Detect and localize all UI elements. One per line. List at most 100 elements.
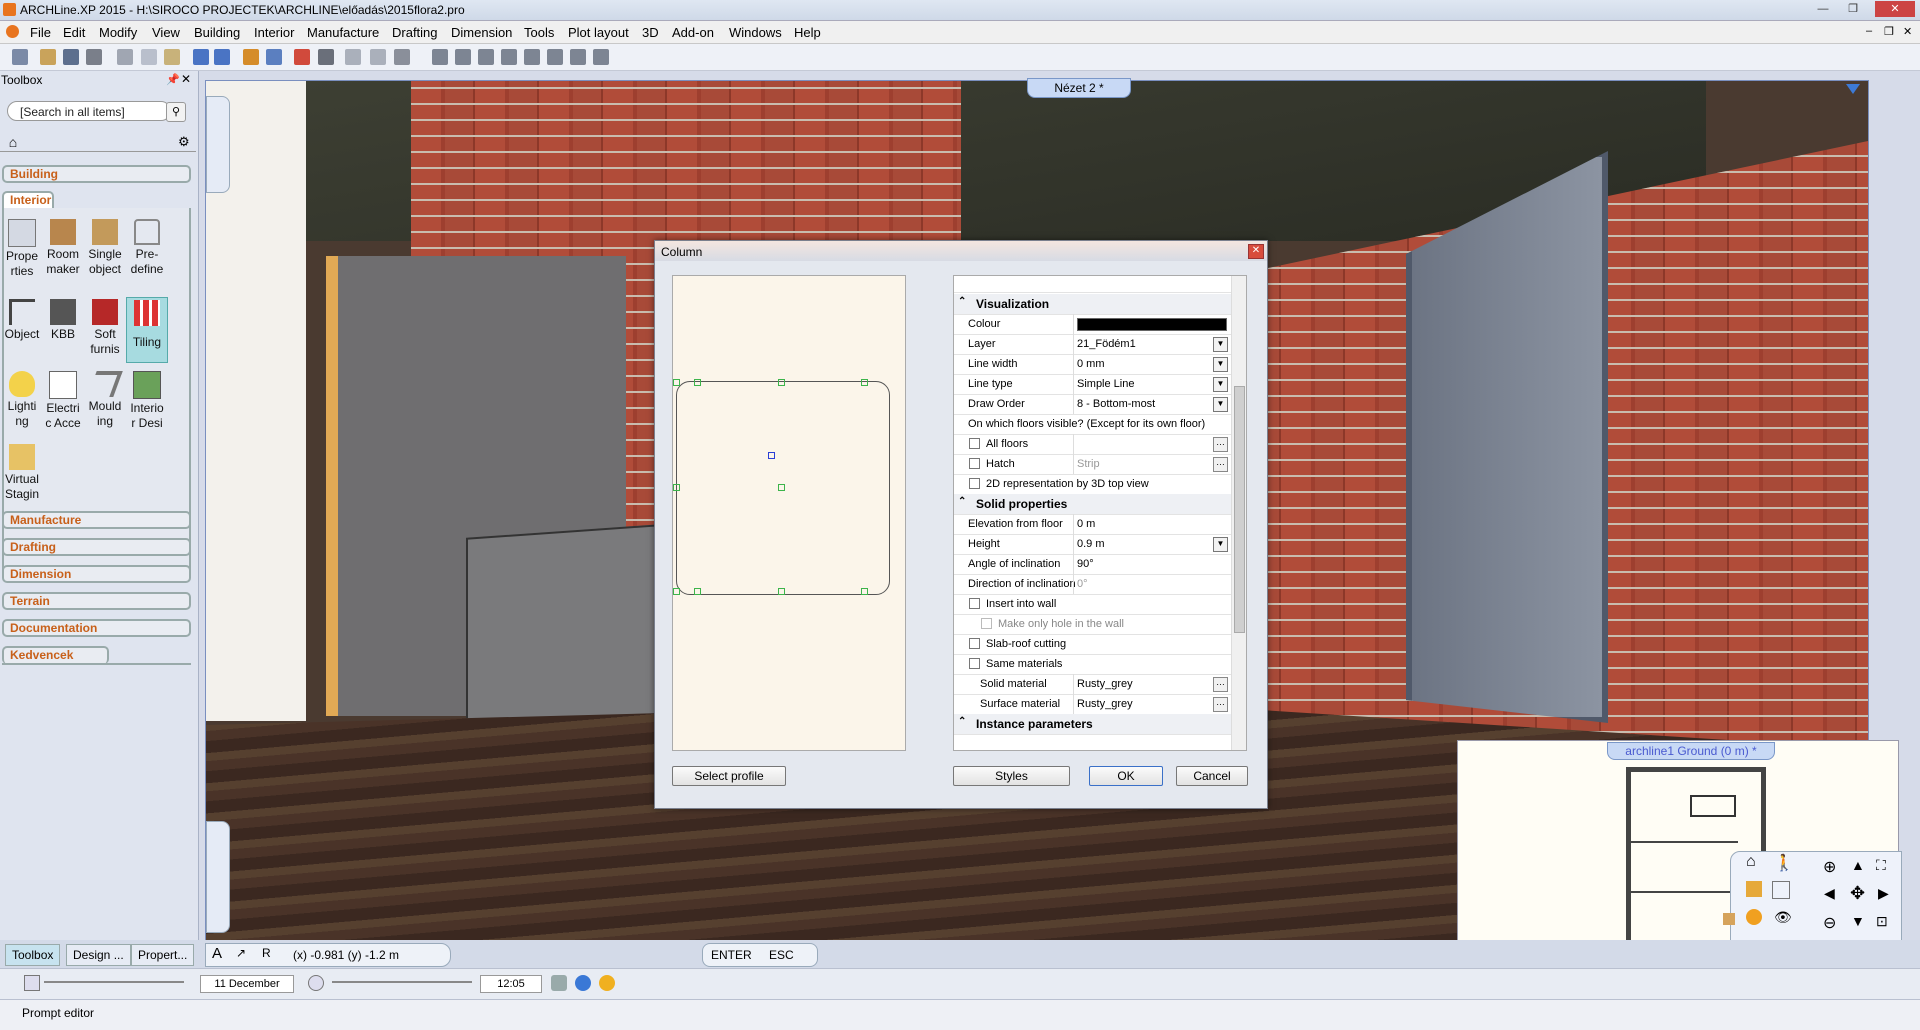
- enter-button[interactable]: ENTER: [711, 948, 752, 962]
- text-icon[interactable]: [394, 49, 410, 65]
- layer-icon[interactable]: [1723, 913, 1735, 925]
- tab-properties[interactable]: Propert...: [131, 944, 195, 966]
- zoom-out-icon[interactable]: ⊖: [1823, 913, 1836, 933]
- pencil-icon[interactable]: [266, 49, 282, 65]
- collapse-icon[interactable]: ⌃: [958, 496, 966, 507]
- home-icon[interactable]: ⌂: [4, 134, 22, 150]
- grip-point[interactable]: [861, 588, 868, 595]
- menu-drafting[interactable]: Drafting: [392, 25, 438, 40]
- group-instance-parameters[interactable]: ⌃ Instance parameters: [954, 714, 1231, 735]
- category-drafting[interactable]: Drafting: [2, 538, 191, 556]
- prop-all-floors[interactable]: All floors…: [954, 434, 1231, 455]
- clock-icon[interactable]: [308, 975, 324, 991]
- scroll-thumb[interactable]: [1234, 386, 1245, 633]
- nav-strip-bottom[interactable]: [206, 821, 230, 933]
- all-floors-checkbox[interactable]: [969, 438, 980, 449]
- copy-icon[interactable]: [141, 49, 157, 65]
- brush-icon[interactable]: [243, 49, 259, 65]
- menu-view[interactable]: View: [152, 25, 180, 40]
- close-button[interactable]: ✕: [1875, 1, 1915, 17]
- tool-room-maker[interactable]: Room maker: [43, 217, 83, 277]
- redo-icon[interactable]: [214, 49, 230, 65]
- zoom-extents-icon[interactable]: ⛶: [1876, 857, 1886, 874]
- pan-center-icon[interactable]: ✥: [1850, 883, 1865, 904]
- date-slider[interactable]: [44, 981, 184, 983]
- esc-button[interactable]: ESC: [769, 948, 794, 962]
- browse-button[interactable]: …: [1213, 677, 1228, 692]
- category-building[interactable]: Building: [2, 165, 191, 183]
- tool-properties[interactable]: Prope rties: [2, 217, 42, 279]
- time-field[interactable]: 12:05: [480, 975, 542, 993]
- menu-plot-layout[interactable]: Plot layout: [568, 25, 629, 40]
- prompt-editor-label[interactable]: Prompt editor: [22, 1006, 94, 1020]
- nav-strip-top[interactable]: [206, 96, 230, 193]
- view-tool-1-icon[interactable]: [432, 49, 448, 65]
- view-tool-5-icon[interactable]: [524, 49, 540, 65]
- cube-wire-icon[interactable]: [1772, 881, 1790, 899]
- category-kedvencek[interactable]: Kedvencek: [2, 646, 109, 664]
- tool-interior-design[interactable]: Interio r Desi: [127, 369, 167, 431]
- tool-predefine[interactable]: Pre-define: [127, 217, 167, 277]
- undo-icon[interactable]: [193, 49, 209, 65]
- tool-tiling[interactable]: Tiling: [126, 297, 168, 363]
- snap-icon[interactable]: ↗: [236, 946, 246, 960]
- dropdown-arrow-icon[interactable]: ▼: [1213, 337, 1228, 352]
- dropdown-arrow-icon[interactable]: ▼: [1213, 537, 1228, 552]
- menu-dimension[interactable]: Dimension: [451, 25, 512, 40]
- camera-icon[interactable]: ⌂: [1746, 853, 1756, 871]
- tool-electric[interactable]: Electri c Acce: [43, 369, 83, 431]
- prop-angle[interactable]: Angle of inclination 90°: [954, 554, 1231, 575]
- pan-left-icon[interactable]: ◀: [1824, 885, 1835, 902]
- dialog-close-button[interactable]: ✕: [1248, 244, 1264, 259]
- prop-draw-order[interactable]: Draw Order 8 - Bottom-most ▼: [954, 394, 1231, 415]
- prop-solid-material[interactable]: Solid material Rusty_grey…: [954, 674, 1231, 695]
- view-tool-7-icon[interactable]: [570, 49, 586, 65]
- search-icon[interactable]: ⚲: [166, 102, 186, 122]
- menu-windows[interactable]: Windows: [729, 25, 782, 40]
- grip-point[interactable]: [694, 588, 701, 595]
- menu-edit[interactable]: Edit: [63, 25, 85, 40]
- relative-icon[interactable]: R: [262, 946, 271, 960]
- prop-hatch[interactable]: Hatch Strip…: [954, 454, 1231, 475]
- pin-icon[interactable]: 📌: [166, 73, 180, 86]
- zoom-window-icon[interactable]: ⊡: [1876, 913, 1888, 930]
- cancel-button[interactable]: Cancel: [1176, 766, 1248, 786]
- gear-icon[interactable]: ⚙: [178, 135, 192, 149]
- category-dimension[interactable]: Dimension: [2, 565, 191, 583]
- colour-swatch[interactable]: [1077, 318, 1227, 331]
- group-visualization[interactable]: ⌃ Visualization: [954, 294, 1231, 315]
- prop-2d-representation[interactable]: 2D representation by 3D top view: [954, 474, 1231, 495]
- sun-settings-icon[interactable]: [599, 975, 615, 991]
- prop-direction[interactable]: Direction of inclination 0°: [954, 574, 1231, 595]
- eye-icon[interactable]: 👁: [1774, 909, 1792, 926]
- tool-soft-furnishing[interactable]: Soft furnis: [85, 297, 125, 357]
- tool-lighting[interactable]: Lighti ng: [2, 369, 42, 429]
- category-terrain[interactable]: Terrain: [2, 592, 191, 610]
- tab-design-center[interactable]: Design ...: [66, 944, 131, 966]
- tool-object[interactable]: Object: [2, 297, 42, 342]
- hole-only-checkbox[interactable]: [981, 618, 992, 629]
- align-right-icon[interactable]: [370, 49, 386, 65]
- cube-solid-icon[interactable]: [1746, 881, 1762, 897]
- prop-colour[interactable]: Colour: [954, 314, 1231, 335]
- delete-icon[interactable]: [294, 49, 310, 65]
- category-interior[interactable]: Interior: [2, 191, 54, 209]
- grip-point[interactable]: [673, 484, 680, 491]
- dropdown-arrow-icon[interactable]: ▼: [1213, 397, 1228, 412]
- hatch-checkbox[interactable]: [969, 458, 980, 469]
- same-materials-checkbox[interactable]: [969, 658, 980, 669]
- sun-icon[interactable]: [1746, 909, 1762, 925]
- menu-modify[interactable]: Modify: [99, 25, 137, 40]
- trim-icon[interactable]: [318, 49, 334, 65]
- view-tool-8-icon[interactable]: [593, 49, 609, 65]
- menu-manufacture[interactable]: Manufacture: [307, 25, 379, 40]
- prop-height[interactable]: Height 0.9 m ▼: [954, 534, 1231, 555]
- category-documentation[interactable]: Documentation: [2, 619, 191, 637]
- menu-addon[interactable]: Add-on: [672, 25, 714, 40]
- mdi-min-icon[interactable]: –: [1866, 25, 1872, 37]
- grip-point[interactable]: [673, 379, 680, 386]
- prop-same-materials[interactable]: Same materials: [954, 654, 1231, 675]
- collapse-icon[interactable]: ⌃: [958, 296, 966, 307]
- viewport-menu-icon[interactable]: [1846, 84, 1860, 94]
- tool-single-object[interactable]: Single object: [85, 217, 125, 277]
